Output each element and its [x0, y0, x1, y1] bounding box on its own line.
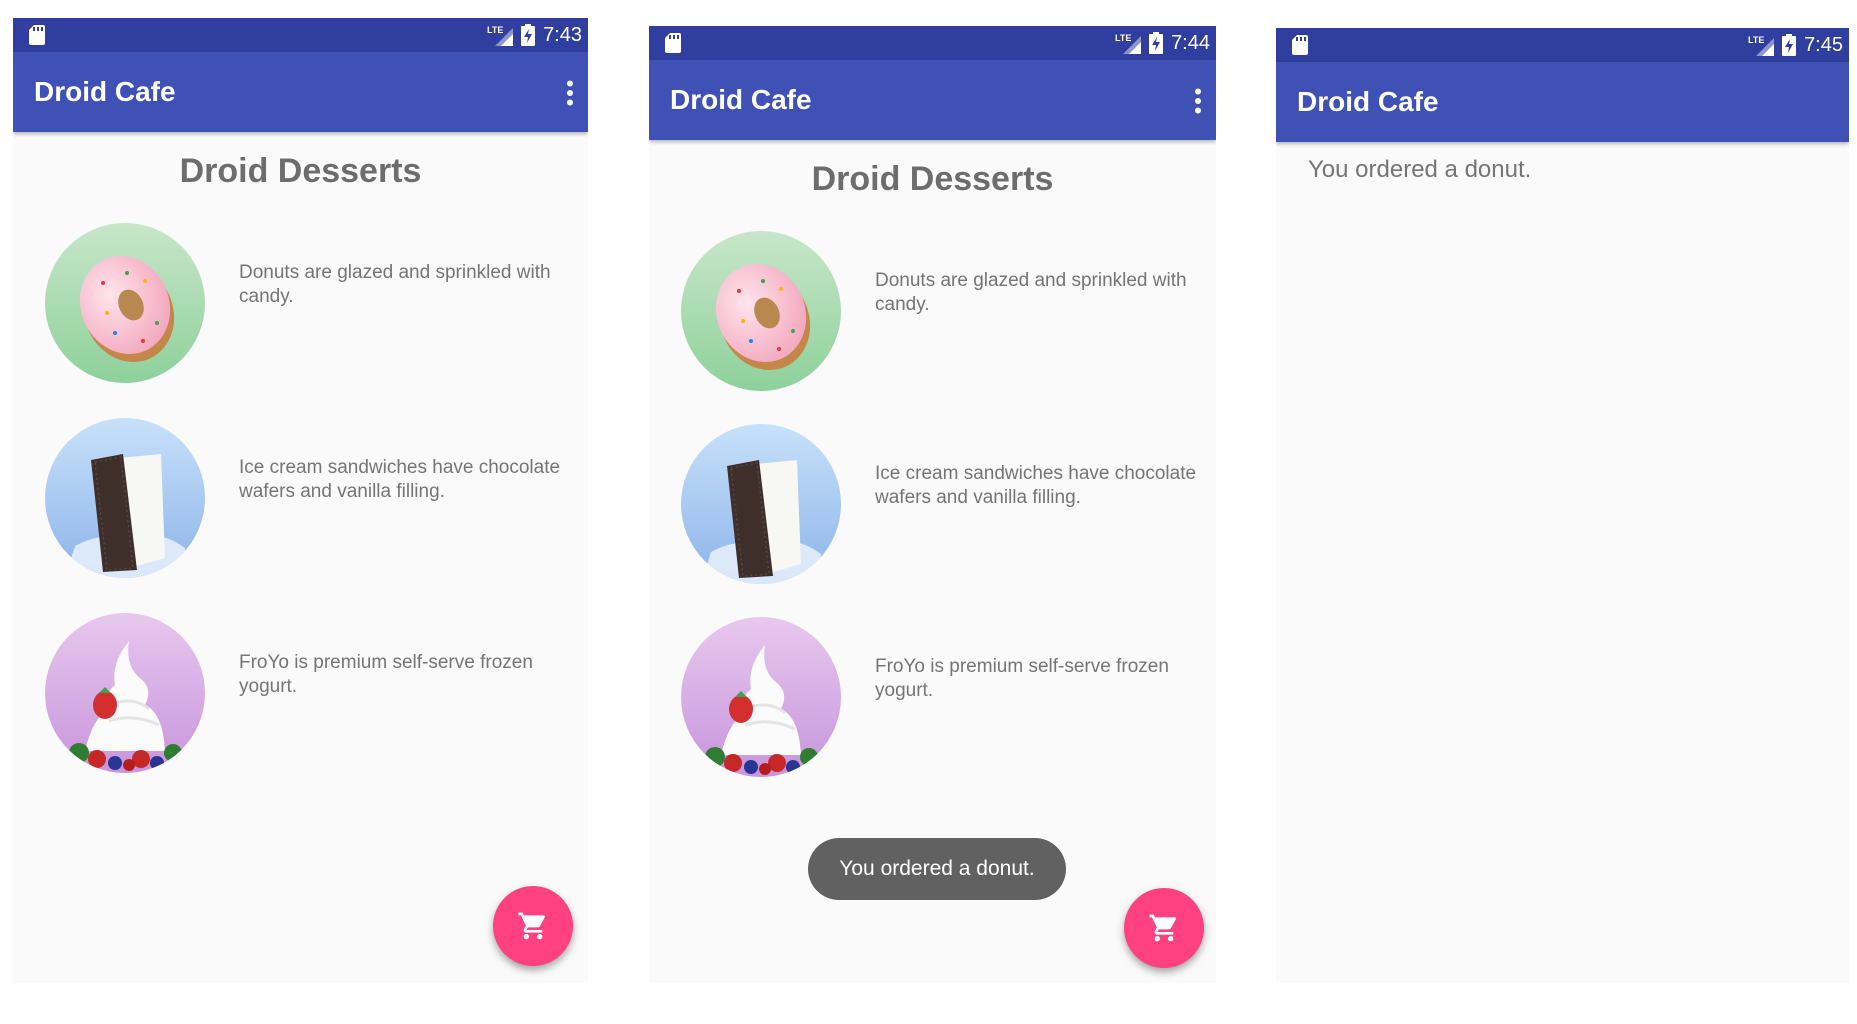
app-bar: Droid Cafe — [649, 60, 1216, 140]
overflow-menu-icon[interactable] — [1194, 88, 1202, 114]
dessert-description: Donuts are glazed and sprinkled with can… — [875, 270, 1187, 315]
app-bar: Droid Cafe — [13, 52, 588, 132]
shopping-cart-icon — [1149, 914, 1177, 942]
dessert-item-donut: Donuts are glazed and sprinkled with can… — [649, 231, 1216, 396]
app-title: Droid Cafe — [34, 76, 176, 107]
status-bar: LTE 7:45 — [1276, 28, 1849, 62]
battery-charging-icon — [1149, 32, 1164, 54]
dessert-description: Ice cream sandwiches have chocolate wafe… — [875, 463, 1197, 508]
overflow-menu-icon[interactable] — [566, 80, 574, 106]
shopping-cart-icon — [518, 912, 546, 940]
donut-image[interactable] — [45, 223, 205, 383]
sd-card-icon — [665, 33, 681, 53]
dessert-item-ice-cream-sandwich: Ice cream sandwiches have chocolate wafe… — [13, 418, 588, 583]
lte-signal-icon: LTE — [1115, 33, 1142, 54]
dessert-description: FroYo is premium self-serve frozen yogur… — [875, 656, 1169, 701]
page-heading: Droid Desserts — [179, 152, 422, 190]
status-clock: 7:44 — [1171, 31, 1210, 54]
cart-fab-button[interactable] — [493, 886, 573, 966]
svg-text:LTE: LTE — [1748, 35, 1764, 45]
ice-cream-sandwich-image[interactable] — [45, 418, 205, 578]
donut-image[interactable] — [681, 231, 841, 391]
sd-card-icon — [29, 25, 45, 45]
lte-signal-icon: LTE — [487, 25, 514, 46]
page-heading: Droid Desserts — [811, 160, 1054, 198]
svg-text:LTE: LTE — [1115, 33, 1131, 43]
dessert-description: Ice cream sandwiches have chocolate wafe… — [239, 457, 561, 502]
status-bar: LTE 7:43 — [13, 18, 588, 52]
svg-text:LTE: LTE — [487, 25, 503, 35]
order-toast: You ordered a donut. — [808, 838, 1066, 900]
lte-signal-icon: LTE — [1748, 35, 1775, 56]
app-bar: Droid Cafe — [1276, 62, 1849, 142]
dessert-item-froyo: FroYo is premium self-serve frozen yogur… — [13, 613, 588, 778]
phone-screen-menu-toast: LTE 7:44 Droid Cafe Droid Desserts Donut… — [649, 26, 1216, 983]
sd-card-icon — [1292, 35, 1308, 55]
dessert-description: FroYo is premium self-serve frozen yogur… — [239, 652, 533, 697]
froyo-image[interactable] — [45, 613, 205, 773]
cart-fab-button[interactable] — [1124, 888, 1204, 968]
dessert-item-ice-cream-sandwich: Ice cream sandwiches have chocolate wafe… — [649, 424, 1216, 589]
battery-charging-icon — [521, 24, 536, 46]
app-title: Droid Cafe — [1297, 86, 1439, 117]
ice-cream-sandwich-image[interactable] — [681, 424, 841, 584]
battery-charging-icon — [1782, 34, 1797, 56]
dessert-item-donut: Donuts are glazed and sprinkled with can… — [13, 223, 588, 388]
status-clock: 7:45 — [1804, 33, 1843, 56]
status-clock: 7:43 — [543, 23, 582, 46]
status-bar: LTE 7:44 — [649, 26, 1216, 60]
app-title: Droid Cafe — [670, 84, 812, 115]
dessert-item-froyo: FroYo is premium self-serve frozen yogur… — [649, 617, 1216, 782]
order-message: You ordered a donut. — [1308, 156, 1532, 183]
phone-screen-order: LTE 7:45 Droid Cafe You ordered a donut. — [1276, 28, 1849, 983]
phone-screen-menu: LTE 7:43 Droid Cafe Droid Desserts Donut… — [13, 18, 588, 983]
dessert-description: Donuts are glazed and sprinkled with can… — [239, 262, 551, 307]
froyo-image[interactable] — [681, 617, 841, 777]
